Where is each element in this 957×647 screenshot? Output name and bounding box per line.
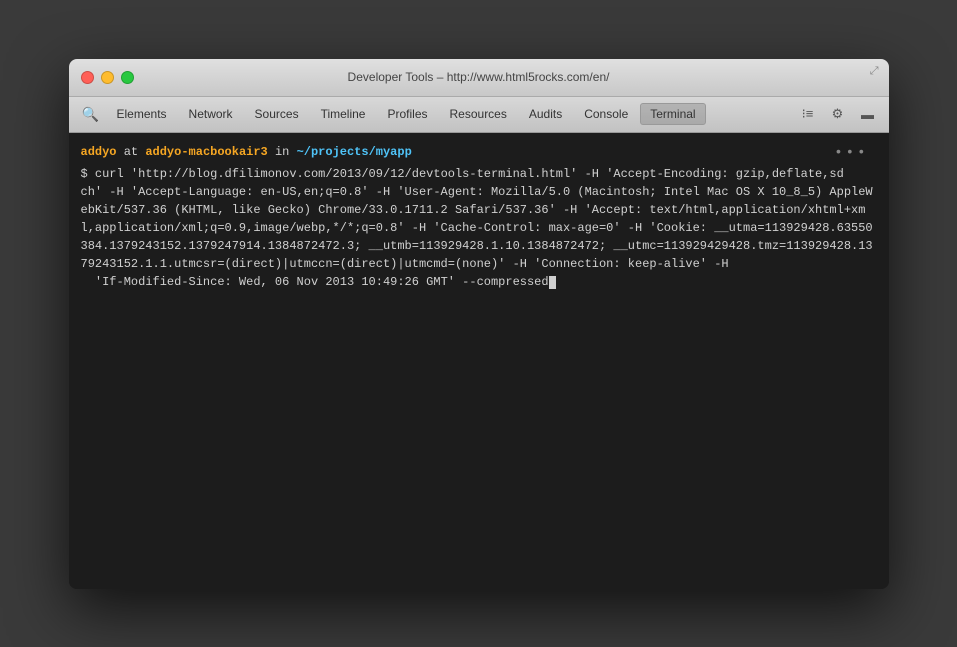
- terminal-area[interactable]: addyo at addyo-macbookair3 in ~/projects…: [69, 133, 889, 589]
- search-icon[interactable]: 🔍: [77, 102, 105, 126]
- dots-menu[interactable]: •••: [834, 143, 868, 164]
- minimize-button[interactable]: [101, 71, 114, 84]
- devtools-window: Developer Tools – http://www.html5rocks.…: [69, 59, 889, 589]
- traffic-lights: [81, 71, 134, 84]
- toolbar: 🔍 Elements Network Sources Timeline Prof…: [69, 97, 889, 133]
- list-icon[interactable]: ⁝≡: [795, 103, 821, 125]
- terminal-output: $ curl 'http://blog.dfilimonov.com/2013/…: [81, 165, 877, 291]
- terminal-cursor: [549, 276, 556, 289]
- tab-sources[interactable]: Sources: [245, 103, 309, 125]
- toolbar-right: ⁝≡ ⚙ ▬: [795, 103, 881, 125]
- tab-terminal[interactable]: Terminal: [640, 103, 705, 125]
- tab-network[interactable]: Network: [179, 103, 243, 125]
- maximize-button[interactable]: [121, 71, 134, 84]
- terminal-user: addyo: [81, 145, 117, 159]
- tab-profiles[interactable]: Profiles: [377, 103, 437, 125]
- prompt-char: $: [81, 167, 95, 181]
- tab-audits[interactable]: Audits: [519, 103, 572, 125]
- resize-icon[interactable]: ⤢: [870, 65, 879, 78]
- terminal-in: in: [275, 145, 297, 159]
- terminal-at: at: [124, 145, 146, 159]
- tab-timeline[interactable]: Timeline: [311, 103, 376, 125]
- prompt-line: addyo at addyo-macbookair3 in ~/projects…: [81, 143, 877, 161]
- window-title: Developer Tools – http://www.html5rocks.…: [348, 70, 610, 84]
- terminal-path: ~/projects/myapp: [297, 145, 412, 159]
- gear-icon[interactable]: ⚙: [825, 103, 851, 125]
- tab-resources[interactable]: Resources: [440, 103, 517, 125]
- close-button[interactable]: [81, 71, 94, 84]
- dock-icon[interactable]: ▬: [855, 103, 881, 125]
- terminal-host: addyo-macbookair3: [145, 145, 267, 159]
- tab-elements[interactable]: Elements: [107, 103, 177, 125]
- tab-console[interactable]: Console: [574, 103, 638, 125]
- title-bar: Developer Tools – http://www.html5rocks.…: [69, 59, 889, 97]
